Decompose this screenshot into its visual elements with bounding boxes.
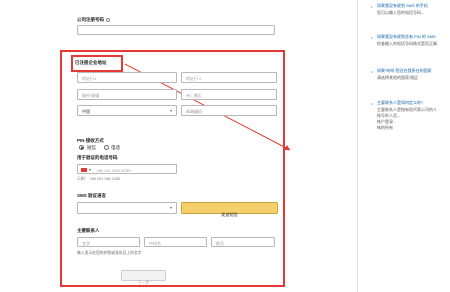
phone-example: 示例： +86 201 266 1000 (77, 177, 121, 181)
name-hint: 输入显示在您的护照或身份证上的名字 (77, 251, 142, 255)
faq-answer-line: 帐的所有 (377, 125, 393, 130)
faq-question[interactable]: 主要联系人是如何定义的? (377, 100, 449, 106)
china-flag-icon[interactable] (81, 168, 87, 172)
faq-item[interactable]: • 如果我没有收到含有 PIN 的 SMS 检查输入的电话号码格式是否正确 (371, 34, 449, 54)
faq-answer: 您可以输入您的电话号码... (377, 10, 425, 15)
address-line1-input[interactable]: 地址行1 (77, 72, 177, 83)
address-line2-input[interactable]: 地址行 2 (181, 72, 277, 83)
bullet-icon: • (371, 101, 373, 106)
faq-item[interactable]: • 如果“听听”您还在我所在的国家 请选择其他的国家/地区 (371, 68, 449, 88)
pin-radio-call[interactable] (104, 145, 109, 150)
faq-item[interactable]: • 如果我没有收到 SMS 的手机 您可以输入您的电话号码... (371, 3, 449, 23)
contact-section-label: 主要联系人 (77, 228, 100, 233)
middle-name-input[interactable]: 中间名 (144, 237, 207, 247)
first-name-input[interactable]: 名字 (77, 237, 140, 247)
postal-code-input[interactable]: 邮政编码 (181, 105, 277, 116)
city-input[interactable]: 城市/城镇 (77, 89, 177, 100)
faq-item[interactable]: • 主要联系人是如何定义的? 主要联系人是指有权代表公司的人 帐号的人员... … (371, 100, 449, 140)
sidebar-divider (357, 0, 358, 292)
bullet-icon: • (371, 35, 373, 40)
state-input[interactable]: 州 / 地区 (181, 89, 277, 100)
bullet-icon: • (371, 69, 373, 74)
chevron-down-icon[interactable] (89, 169, 91, 171)
pin-method-label: PIN 接收方式 (77, 138, 104, 143)
phone-input[interactable]: +86 131 2345 6789 (77, 164, 177, 174)
faq-question[interactable]: 如果“听听”您还在我所在的国家 (377, 68, 449, 74)
bullet-icon: • (371, 4, 373, 9)
pin-option-sms-label: 短信 (87, 145, 96, 150)
sms-language-label: SMS 验证语言 (77, 193, 107, 198)
last-name-input[interactable]: 姓氏 (211, 237, 275, 247)
faq-question[interactable]: 如果我没有收到含有 PIN 的 SMS (377, 34, 449, 40)
faq-question[interactable]: 如果我没有收到 SMS 的手机 (377, 3, 449, 9)
pin-option-call-label: 电话 (111, 145, 120, 150)
faq-answer: 请选择其他的国家/地区 (377, 75, 419, 80)
faq-answer: 检查输入的电话号码格式是否正确 (377, 41, 437, 46)
sms-language-select[interactable] (77, 202, 177, 214)
pin-radio-sms[interactable] (79, 145, 84, 150)
next-button[interactable]: 下一步 (121, 270, 166, 285)
country-select[interactable]: 中国 (77, 105, 177, 116)
send-sms-button[interactable]: 发送短信 (181, 202, 278, 217)
phone-label: 用于验证的电话号码 (77, 155, 118, 160)
address-section-label: 已注册企业地址 (75, 60, 107, 65)
